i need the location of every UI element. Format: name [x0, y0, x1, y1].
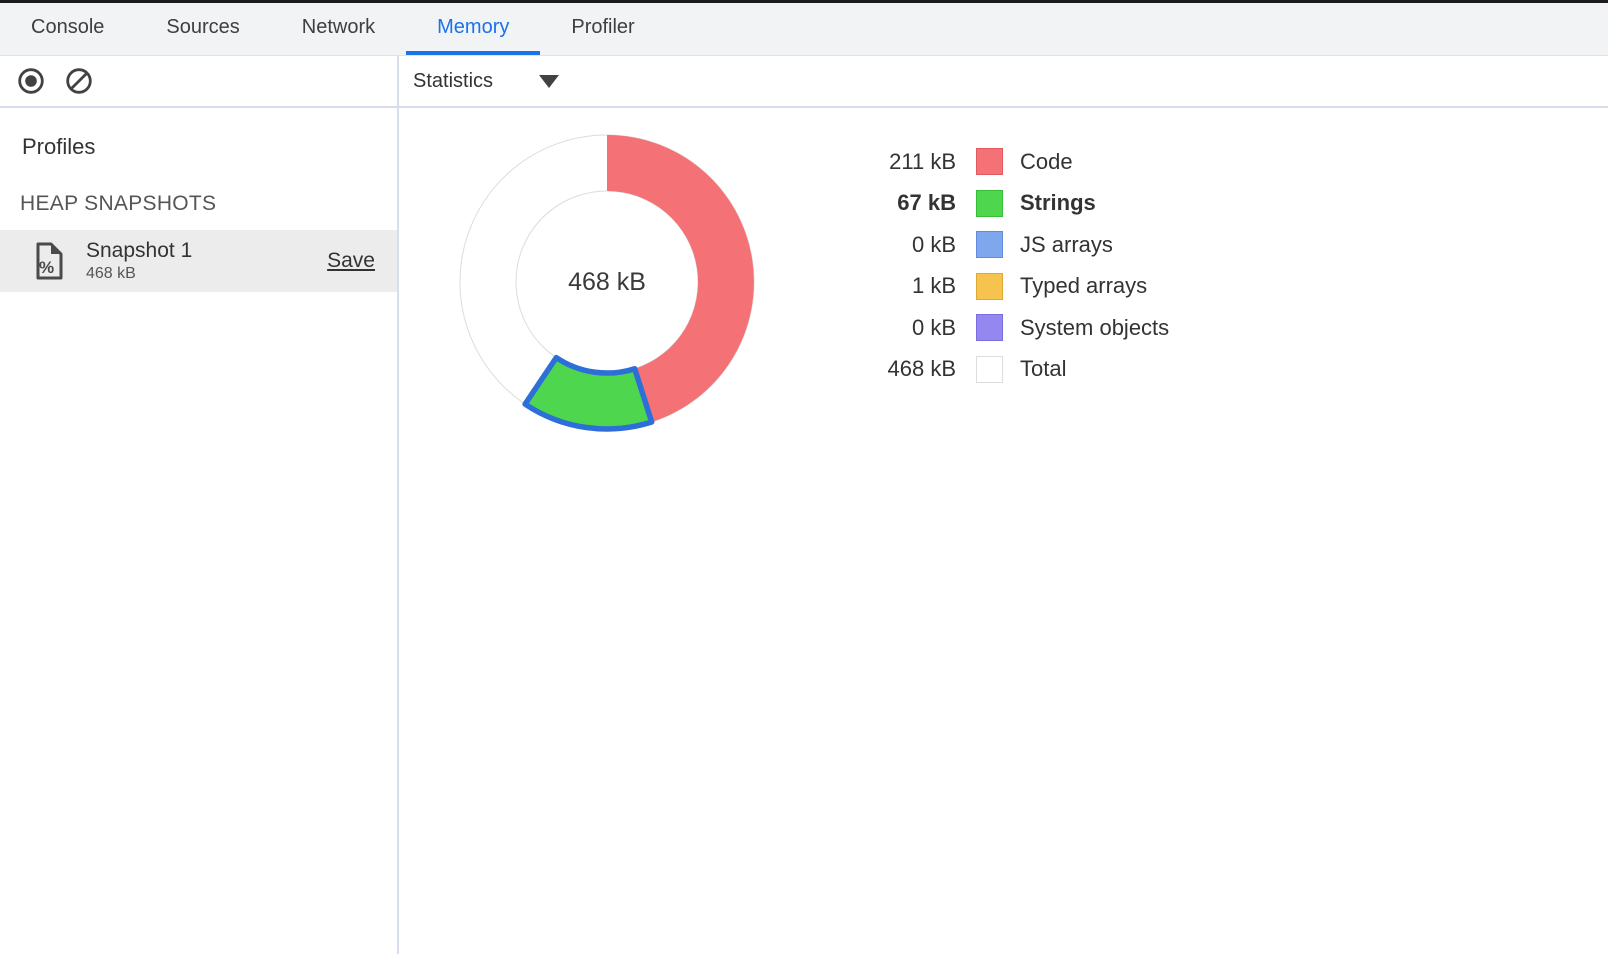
profiles-sidebar: Profiles HEAP SNAPSHOTS % Snapshot 1 468…: [0, 108, 399, 954]
legend-row-typed-arrays[interactable]: 1 kB Typed arrays: [804, 266, 1169, 308]
legend-value: 211 kB: [804, 149, 956, 175]
legend-value: 468 kB: [804, 356, 956, 382]
devtools-memory-panel: Console Sources Network Memory Profiler: [0, 0, 1608, 954]
clear-profiles-button[interactable]: [64, 66, 94, 96]
tab-profiler[interactable]: Profiler: [540, 3, 665, 55]
record-heap-snapshot-button[interactable]: [16, 66, 46, 96]
tab-network[interactable]: Network: [271, 3, 406, 55]
legend-row-total[interactable]: 468 kB Total: [804, 349, 1169, 391]
snapshot-name: Snapshot 1: [86, 239, 327, 263]
clear-all-icon: [64, 66, 94, 96]
legend-swatch-system-objects: [976, 314, 1003, 341]
snapshot-size: 468 kB: [86, 265, 327, 283]
legend-value: 1 kB: [804, 273, 956, 299]
legend-swatch-code: [976, 148, 1003, 175]
legend-label: JS arrays: [1020, 232, 1113, 258]
legend-label: Total: [1020, 356, 1066, 382]
tab-memory[interactable]: Memory: [406, 3, 540, 55]
legend-value: 67 kB: [804, 190, 956, 216]
donut-slice-strings[interactable]: [525, 358, 652, 429]
devtools-tabbar: Console Sources Network Memory Profiler: [0, 3, 1608, 56]
panel-content: Profiles HEAP SNAPSHOTS % Snapshot 1 468…: [0, 108, 1608, 954]
snapshot-list-item[interactable]: % Snapshot 1 468 kB Save: [0, 230, 397, 292]
legend-label: System objects: [1020, 315, 1169, 341]
memory-toolbar: Statistics: [0, 56, 1608, 108]
svg-text:%: %: [39, 258, 54, 277]
legend-row-code[interactable]: 211 kB Code: [804, 141, 1169, 183]
view-toolbar: Statistics: [399, 56, 1608, 106]
heap-statistics-donut-chart: 468 kB: [447, 122, 767, 442]
legend-swatch-js-arrays: [976, 231, 1003, 258]
legend-swatch-strings: [976, 190, 1003, 217]
tab-console[interactable]: Console: [0, 3, 135, 55]
chart-legend: 211 kB Code 67 kB Strings 0 kB JS arrays…: [804, 141, 1169, 390]
profiles-heading: Profiles: [0, 108, 397, 160]
legend-value: 0 kB: [804, 315, 956, 341]
legend-label: Code: [1020, 149, 1073, 175]
legend-label: Typed arrays: [1020, 273, 1147, 299]
heap-snapshot-icon: %: [32, 241, 66, 281]
legend-swatch-total: [976, 356, 1003, 383]
profiles-toolbar: [0, 56, 399, 106]
chevron-down-icon: [539, 75, 559, 88]
legend-swatch-typed-arrays: [976, 273, 1003, 300]
perspective-dropdown[interactable]: Statistics: [413, 70, 559, 93]
tab-sources[interactable]: Sources: [135, 3, 270, 55]
legend-row-js-arrays[interactable]: 0 kB JS arrays: [804, 224, 1169, 266]
legend-row-system-objects[interactable]: 0 kB System objects: [804, 307, 1169, 349]
record-icon: [16, 66, 46, 96]
donut-total-label: 468 kB: [568, 268, 646, 296]
legend-value: 0 kB: [804, 232, 956, 258]
legend-row-strings[interactable]: 67 kB Strings: [804, 183, 1169, 225]
legend-label: Strings: [1020, 190, 1096, 216]
perspective-dropdown-label: Statistics: [413, 70, 493, 93]
statistics-view: 468 kB 211 kB Code 67 kB Strings 0 kB JS…: [399, 108, 1608, 954]
heap-snapshots-section-heading: HEAP SNAPSHOTS: [0, 160, 397, 216]
save-snapshot-link[interactable]: Save: [327, 249, 375, 273]
